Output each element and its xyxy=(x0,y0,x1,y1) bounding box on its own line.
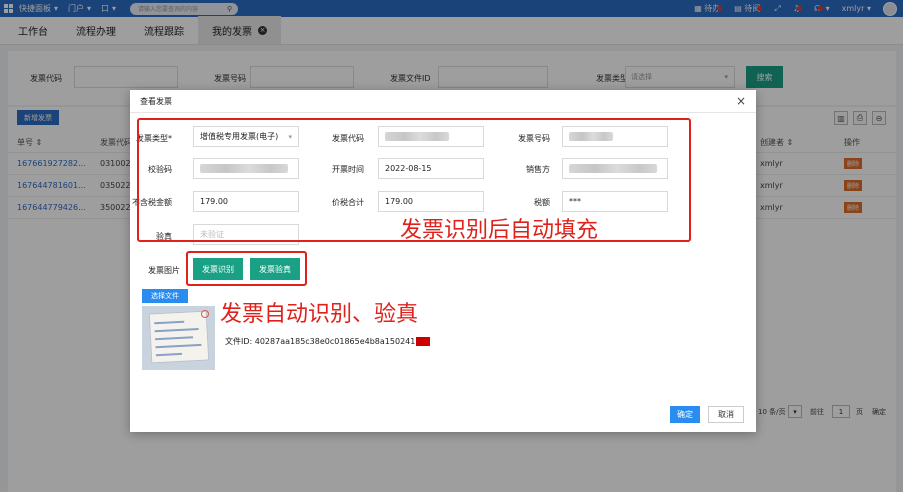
view-invoice-dialog: 查看发票 × 发票类型* 增值税专用发票(电子) ▾ 发票代码 发票号码 校验码 … xyxy=(130,90,756,432)
stamp-icon xyxy=(201,310,209,318)
file-id-text: 文件ID: 40287aa185c38e0c01865e4b8a150241 xyxy=(225,336,431,347)
close-icon[interactable]: × xyxy=(736,94,746,108)
autofill-annotation: 发票识别后自动填充 xyxy=(400,218,599,243)
image-label: 发票图片 xyxy=(148,266,180,275)
invoice-image-thumbnail[interactable] xyxy=(142,306,215,370)
recognize-highlight-box xyxy=(186,251,307,286)
delete-file-icon[interactable] xyxy=(416,337,431,346)
auto-recognize-annotation: 发票自动识别、验真 xyxy=(220,302,419,327)
confirm-button[interactable]: 确定 xyxy=(670,406,700,423)
dialog-title: 查看发票 xyxy=(140,97,172,106)
cancel-button[interactable]: 取消 xyxy=(708,406,744,423)
choose-file-button[interactable]: 选择文件 xyxy=(142,289,188,303)
